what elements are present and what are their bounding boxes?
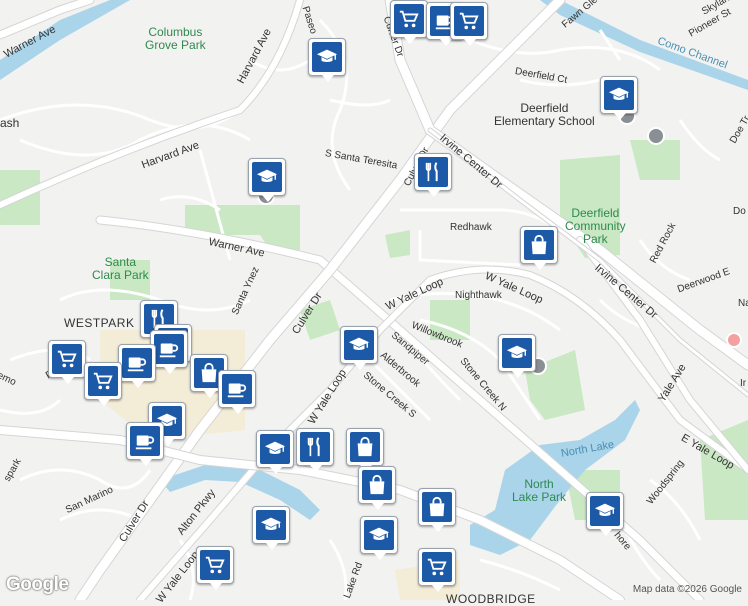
school-icon [260,434,290,464]
shopping-bag-marker[interactable] [418,488,456,532]
coffee-icon [122,348,152,378]
school-icon [604,80,634,110]
school-icon [312,42,342,72]
label-westpark: WESTPARK [64,316,135,330]
label-deerfield-community-park: Deerfield Community Park [565,206,626,246]
coffee-marker[interactable] [118,344,156,388]
school-icon [252,162,282,192]
coffee-icon [130,426,160,456]
school-marker[interactable] [252,506,290,550]
shopping-bag-marker[interactable] [346,428,384,472]
coffee-marker[interactable] [126,422,164,466]
label-north-lake-park: North Lake Park [512,477,567,504]
school-marker[interactable] [498,334,536,378]
shopping-cart-icon [88,366,118,396]
label-deerfield-elementary: Deerfield Elementary School [494,101,595,128]
restaurant-icon [418,157,448,187]
shopping-cart-marker[interactable] [450,2,488,46]
label-nighthawk: Nighthawk [455,290,502,301]
shopping-bag-icon [422,492,452,522]
poi-dot [726,332,742,348]
school-marker[interactable] [586,492,624,536]
school-icon [502,338,532,368]
school-marker[interactable] [360,516,398,560]
school-icon [256,510,286,540]
shopping-cart-icon [52,344,82,374]
label-ir: Ir [740,378,747,389]
shopping-cart-marker[interactable] [84,362,122,406]
label-do: Do [733,206,746,217]
shopping-bag-marker[interactable] [520,226,558,270]
shopping-cart-icon [200,550,230,580]
coffee-marker[interactable] [218,370,256,414]
school-marker[interactable] [248,158,286,202]
school-marker[interactable] [600,76,638,120]
school-icon [590,496,620,526]
shopping-cart-marker[interactable] [48,340,86,384]
shopping-cart-marker[interactable] [196,546,234,590]
coffee-icon [154,334,184,364]
school-marker[interactable] [256,430,294,474]
label-na: Na [738,298,748,309]
label-woodbridge: WOODBRIDGE [446,592,536,606]
label-ash: ash [0,116,20,130]
shopping-bag-icon [524,230,554,260]
poi-dot [647,127,665,145]
label-santa-clara-park: Santa Clara Park [92,255,149,282]
shopping-cart-icon [422,552,452,582]
shopping-cart-icon [394,4,424,34]
restaurant-marker[interactable] [296,428,334,472]
shopping-bag-icon [362,470,392,500]
restaurant-marker[interactable] [414,153,452,197]
school-marker[interactable] [308,38,346,82]
shopping-cart-marker[interactable] [418,548,456,592]
shopping-cart-icon [454,6,484,36]
coffee-icon [222,374,252,404]
shopping-bag-icon [350,432,380,462]
label-columbus-grove-park: Columbus Grove Park [145,25,206,52]
restaurant-icon [300,432,330,462]
school-icon [364,520,394,550]
label-redhawk: Redhawk [450,222,492,233]
google-logo: Google [6,574,69,595]
map-attribution[interactable]: Map data ©2026 Google [633,584,742,595]
school-marker[interactable] [340,326,378,370]
shopping-bag-marker[interactable] [358,466,396,510]
school-icon [344,330,374,360]
shopping-cart-marker[interactable] [390,0,428,44]
